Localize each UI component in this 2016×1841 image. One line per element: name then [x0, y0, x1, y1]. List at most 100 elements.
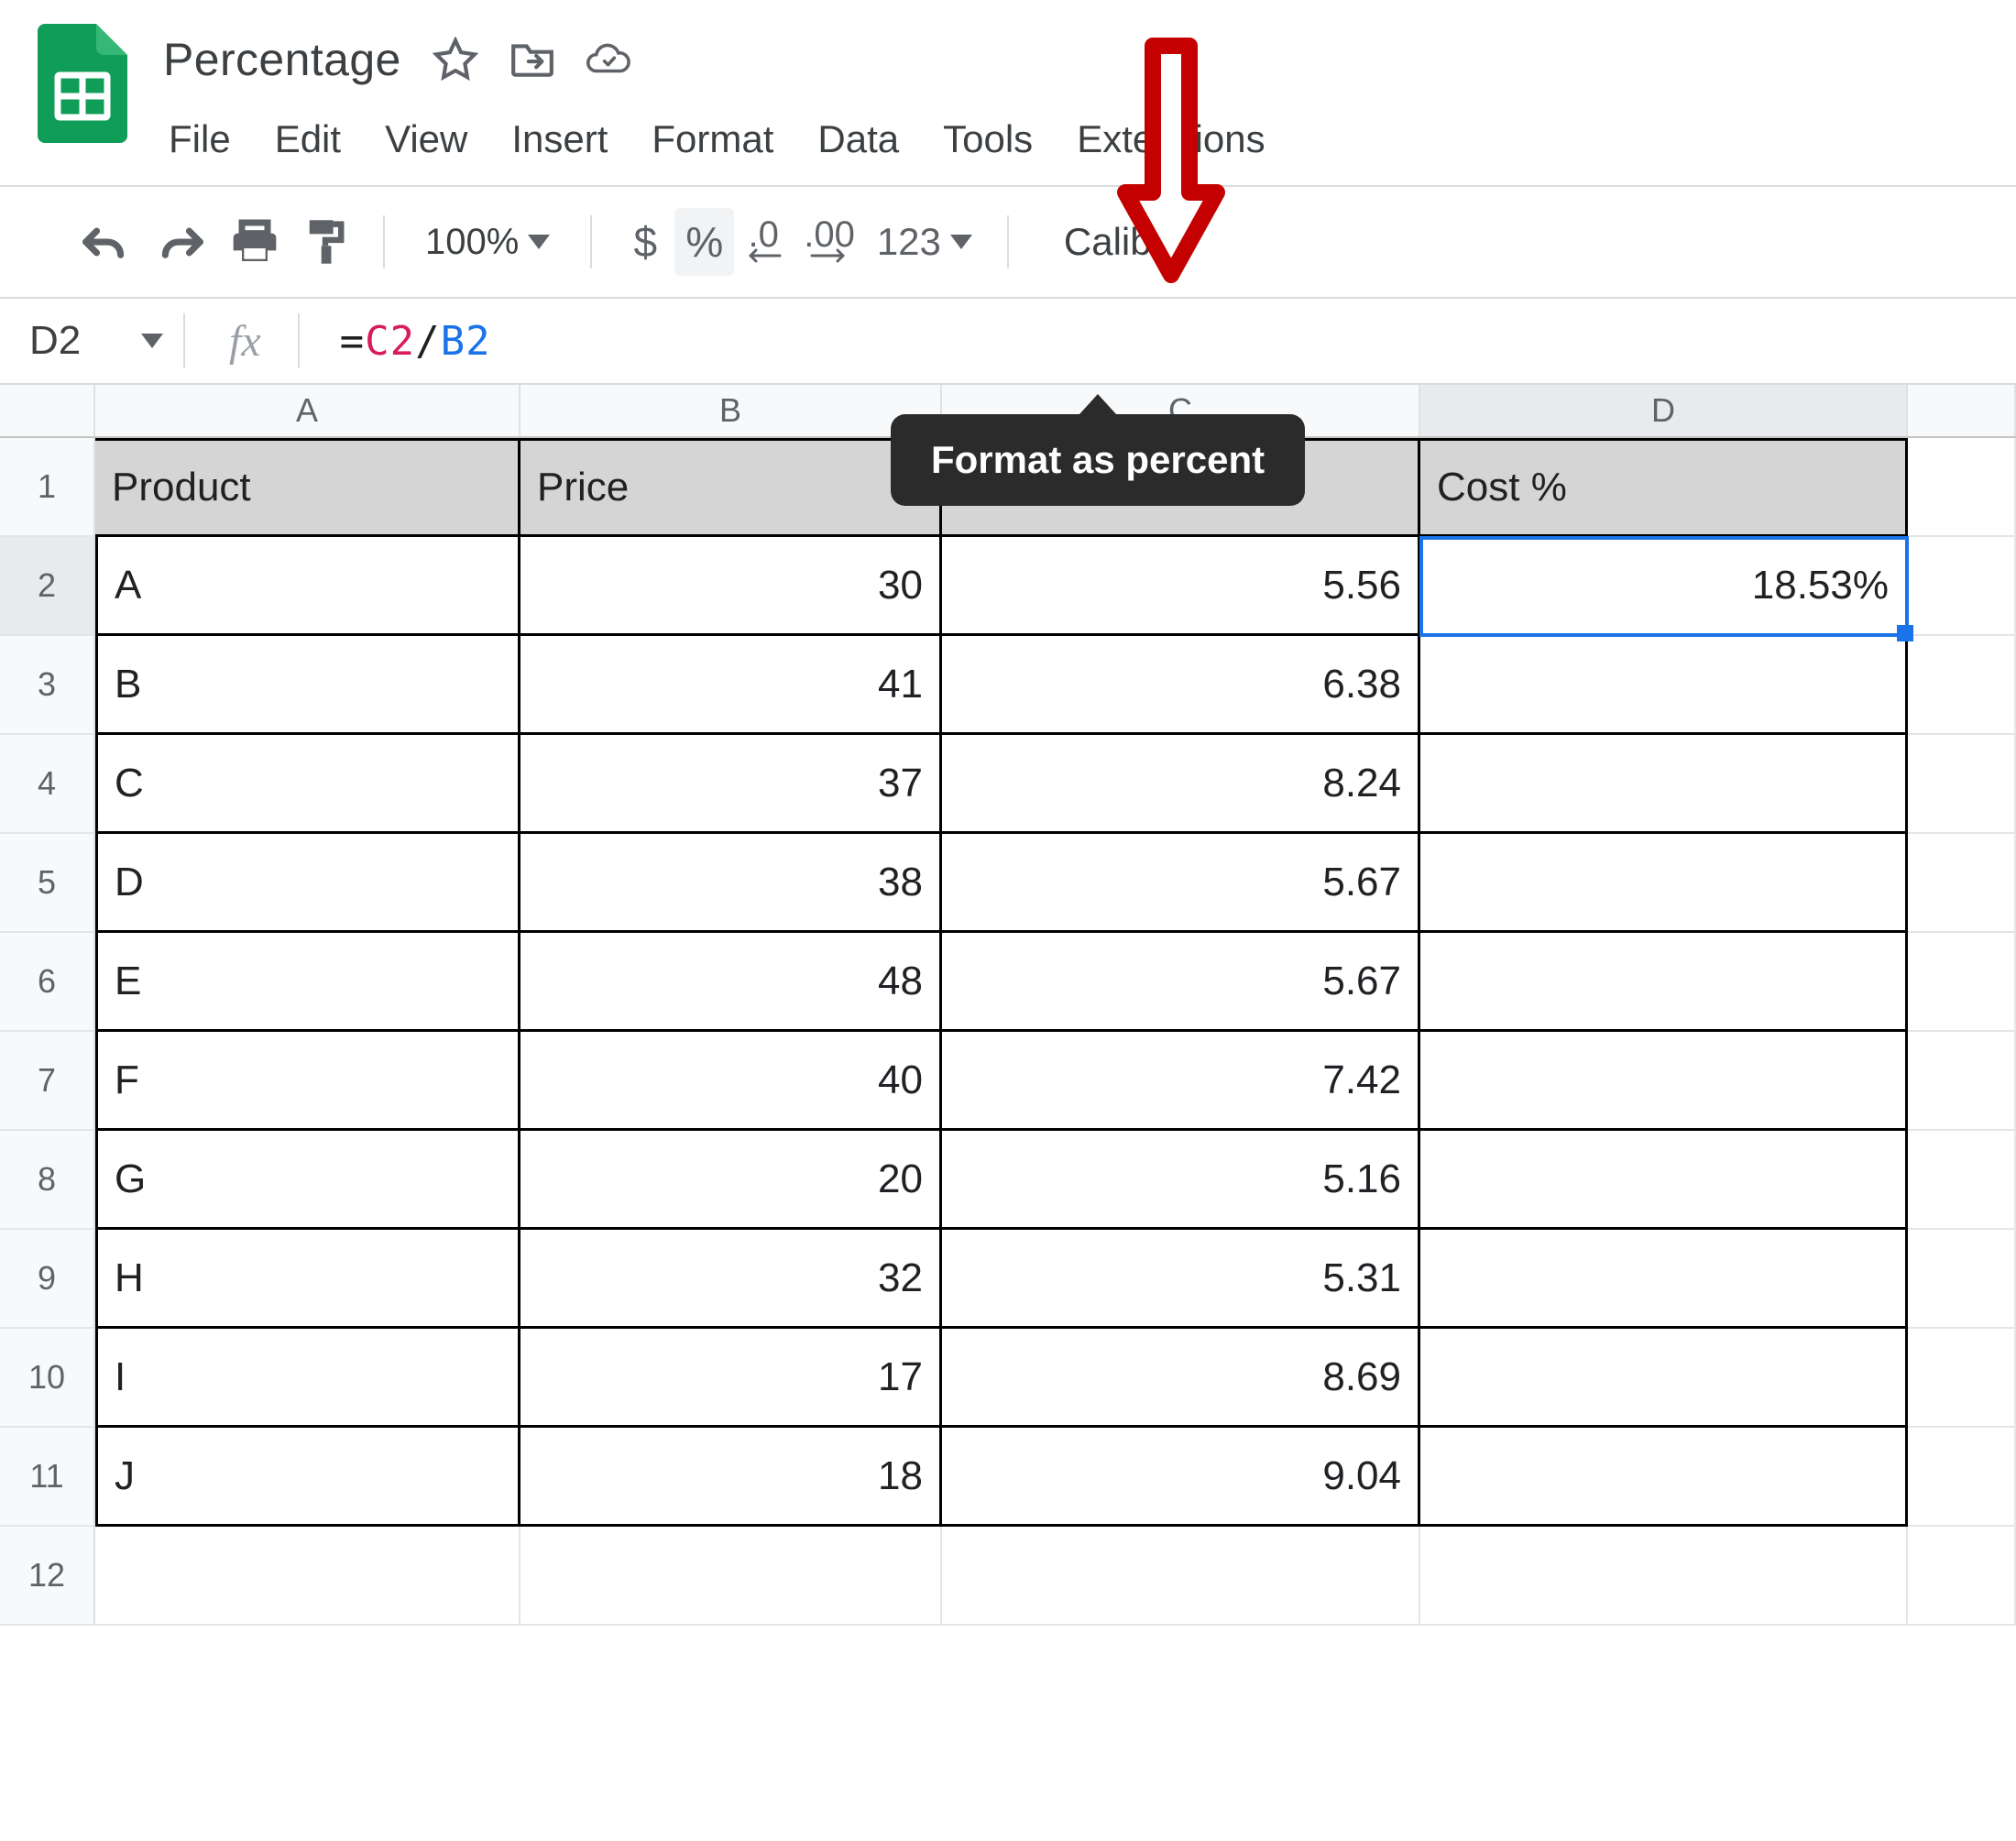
col-header-b[interactable]: B — [520, 385, 942, 436]
cell-d4[interactable] — [1420, 735, 1908, 834]
col-header-d[interactable]: D — [1420, 385, 1908, 436]
row-header-11[interactable]: 11 — [0, 1428, 95, 1527]
row-header-10[interactable]: 10 — [0, 1329, 95, 1428]
cell-e12[interactable] — [1908, 1527, 2016, 1626]
row-header-4[interactable]: 4 — [0, 735, 95, 834]
cell-c9[interactable]: 5.31 — [942, 1230, 1420, 1329]
select-all-corner[interactable] — [0, 385, 95, 436]
cell-a2[interactable]: A — [95, 537, 520, 636]
cell-c10[interactable]: 8.69 — [942, 1329, 1420, 1428]
cell-d11[interactable] — [1420, 1428, 1908, 1527]
cell-e11[interactable] — [1908, 1428, 2016, 1527]
col-header-a[interactable]: A — [95, 385, 520, 436]
cell-c4[interactable]: 8.24 — [942, 735, 1420, 834]
cell-b10[interactable]: 17 — [520, 1329, 942, 1428]
cell-d12[interactable] — [1420, 1527, 1908, 1626]
cell-a9[interactable]: H — [95, 1230, 520, 1329]
decrease-decimal-button[interactable]: .0 — [734, 208, 793, 276]
cell-b3[interactable]: 41 — [520, 636, 942, 735]
cell-a4[interactable]: C — [95, 735, 520, 834]
font-family-dropdown[interactable]: Calibri — [1033, 208, 1204, 276]
cell-c6[interactable]: 5.67 — [942, 933, 1420, 1032]
doc-title[interactable]: Percentage — [163, 33, 401, 86]
cell-d2[interactable]: 18.53% — [1420, 537, 1908, 636]
cell-d9[interactable] — [1420, 1230, 1908, 1329]
row-header-6[interactable]: 6 — [0, 933, 95, 1032]
format-percent-button[interactable]: % — [674, 208, 734, 276]
redo-button[interactable] — [143, 208, 218, 276]
cell-b1[interactable]: Price — [520, 438, 942, 537]
zoom-dropdown[interactable]: 100% — [409, 208, 566, 276]
cell-d10[interactable] — [1420, 1329, 1908, 1428]
cell-a3[interactable]: B — [95, 636, 520, 735]
cell-a10[interactable]: I — [95, 1329, 520, 1428]
cell-d8[interactable] — [1420, 1131, 1908, 1230]
cell-b4[interactable]: 37 — [520, 735, 942, 834]
cell-a11[interactable]: J — [95, 1428, 520, 1527]
cell-b11[interactable]: 18 — [520, 1428, 942, 1527]
row-header-7[interactable]: 7 — [0, 1032, 95, 1131]
cell-e4[interactable] — [1908, 735, 2016, 834]
cell-b6[interactable]: 48 — [520, 933, 942, 1032]
cell-b5[interactable]: 38 — [520, 834, 942, 933]
row-header-12[interactable]: 12 — [0, 1527, 95, 1626]
formula-input[interactable]: =C2/B2 — [300, 318, 491, 365]
row-header-5[interactable]: 5 — [0, 834, 95, 933]
cell-a1[interactable]: Product — [95, 438, 520, 537]
menu-view[interactable]: View — [385, 117, 467, 161]
star-icon[interactable] — [433, 37, 478, 82]
cell-c5[interactable]: 5.67 — [942, 834, 1420, 933]
increase-decimal-button[interactable]: .00 — [793, 208, 866, 276]
cell-e5[interactable] — [1908, 834, 2016, 933]
cell-c3[interactable]: 6.38 — [942, 636, 1420, 735]
cell-b8[interactable]: 20 — [520, 1131, 942, 1230]
cell-a6[interactable]: E — [95, 933, 520, 1032]
row-header-3[interactable]: 3 — [0, 636, 95, 735]
menu-insert[interactable]: Insert — [511, 117, 608, 161]
paint-format-button[interactable] — [291, 208, 359, 276]
cell-e3[interactable] — [1908, 636, 2016, 735]
name-box[interactable]: D2 — [0, 318, 183, 364]
cell-b7[interactable]: 40 — [520, 1032, 942, 1131]
cell-c7[interactable]: 7.42 — [942, 1032, 1420, 1131]
menu-extensions[interactable]: Extensions — [1077, 117, 1265, 161]
cell-a12[interactable] — [95, 1527, 520, 1626]
cell-a8[interactable]: G — [95, 1131, 520, 1230]
cell-d1[interactable]: Cost % — [1420, 438, 1908, 537]
print-button[interactable] — [218, 208, 291, 276]
row-header-1[interactable]: 1 — [0, 438, 95, 537]
cell-c8[interactable]: 5.16 — [942, 1131, 1420, 1230]
cell-e8[interactable] — [1908, 1131, 2016, 1230]
menu-data[interactable]: Data — [817, 117, 899, 161]
format-currency-button[interactable]: $ — [616, 208, 674, 276]
cell-d5[interactable] — [1420, 834, 1908, 933]
row-header-2[interactable]: 2 — [0, 537, 95, 636]
more-formats-dropdown[interactable]: 123 — [866, 208, 983, 276]
menu-edit[interactable]: Edit — [275, 117, 341, 161]
cell-e2[interactable] — [1908, 537, 2016, 636]
cell-c11[interactable]: 9.04 — [942, 1428, 1420, 1527]
menu-tools[interactable]: Tools — [943, 117, 1033, 161]
cell-c2[interactable]: 5.56 — [942, 537, 1420, 636]
menu-file[interactable]: File — [169, 117, 231, 161]
sheets-logo[interactable] — [22, 24, 141, 143]
cell-e9[interactable] — [1908, 1230, 2016, 1329]
cloud-status-icon[interactable] — [586, 37, 632, 82]
row-header-8[interactable]: 8 — [0, 1131, 95, 1230]
cell-d3[interactable] — [1420, 636, 1908, 735]
menu-format[interactable]: Format — [652, 117, 773, 161]
cell-b12[interactable] — [520, 1527, 942, 1626]
cell-e1[interactable] — [1908, 438, 2016, 537]
cell-a5[interactable]: D — [95, 834, 520, 933]
cell-e6[interactable] — [1908, 933, 2016, 1032]
cell-e10[interactable] — [1908, 1329, 2016, 1428]
row-header-9[interactable]: 9 — [0, 1230, 95, 1329]
cell-a7[interactable]: F — [95, 1032, 520, 1131]
cell-d6[interactable] — [1420, 933, 1908, 1032]
cell-e7[interactable] — [1908, 1032, 2016, 1131]
cell-b2[interactable]: 30 — [520, 537, 942, 636]
cell-c12[interactable] — [942, 1527, 1420, 1626]
undo-button[interactable] — [68, 208, 143, 276]
cell-b9[interactable]: 32 — [520, 1230, 942, 1329]
move-to-folder-icon[interactable] — [509, 37, 555, 82]
